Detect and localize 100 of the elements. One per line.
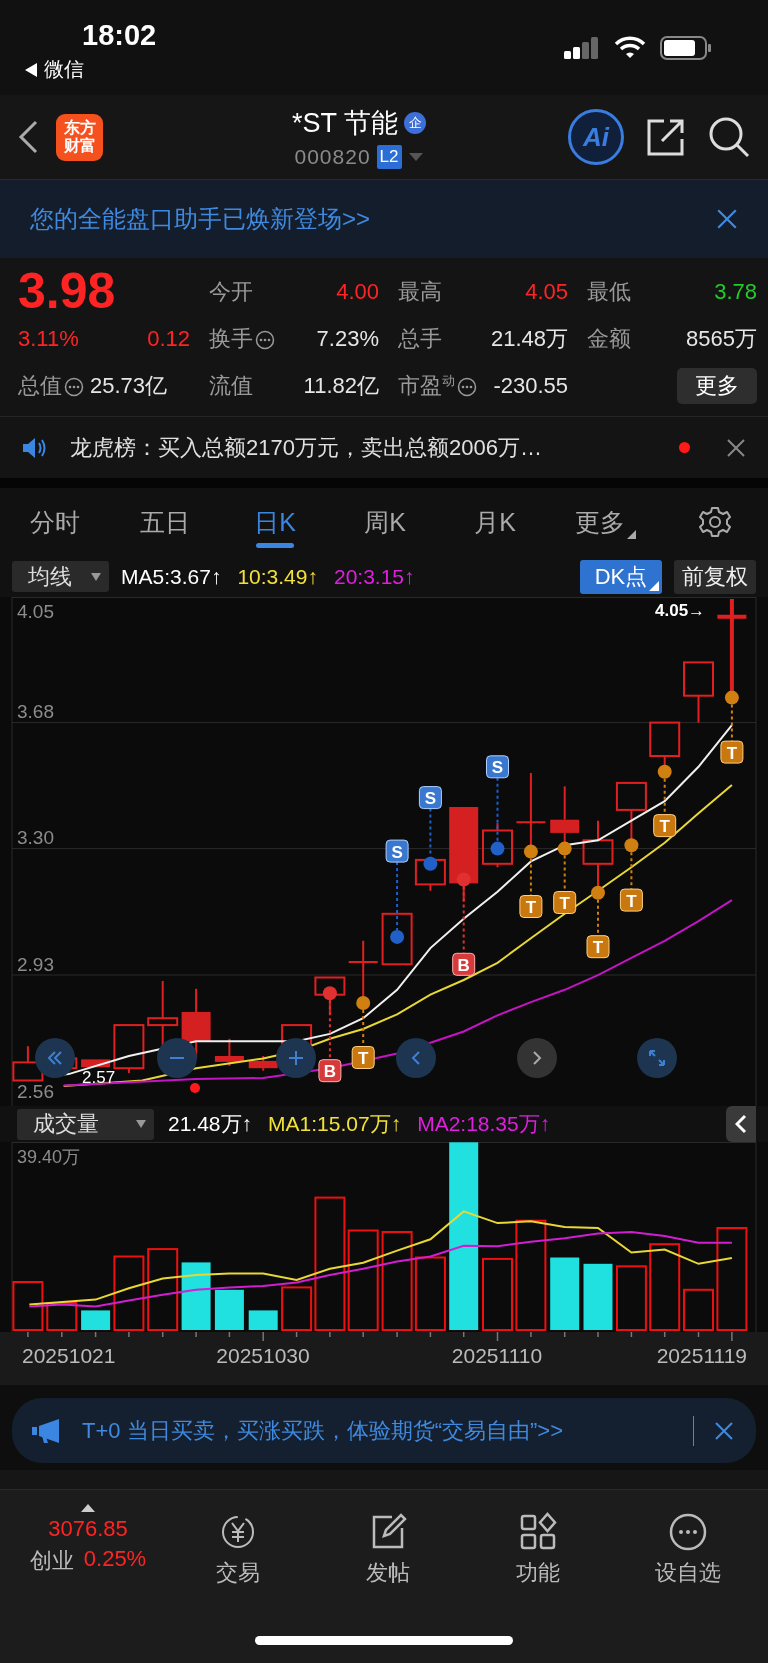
volume-bar [214,1289,244,1330]
search-icon[interactable] [708,116,750,158]
more-dots-icon [668,1512,708,1552]
info-icon[interactable] [457,376,477,397]
stat-label: 最低 [587,277,631,306]
indicator-value: MA2:18.35万↑ [417,1111,551,1137]
date-axis-label: 20251119 [656,1344,747,1367]
volume-bar [248,1310,278,1330]
change-percent: 3.11% [18,325,79,352]
megaphone-icon [31,1417,62,1444]
volume-axis-label: 39.40万 [17,1147,81,1167]
indicator-dropdown[interactable]: 均线 [12,561,109,592]
collapse-button[interactable] [726,1106,756,1142]
volume-bar [583,1263,613,1330]
stat-label: 市盈$^{动}$ [398,371,455,400]
chart-tab[interactable]: 五日 [110,488,220,556]
chart-tab[interactable]: 分时 [0,488,110,556]
volume-bar [615,1265,647,1331]
price-axis-label: 3.30 [17,827,54,848]
clock-time: 18:02 [82,18,157,52]
stat-label: 换手 [209,324,253,353]
back-app-label[interactable]: 微信 [44,56,84,83]
volume-bar [81,1310,111,1330]
price-axis-label: 4.05 [17,601,54,622]
nav-item[interactable]: 交易 [163,1504,313,1588]
stat-value: 4.00 [336,278,379,305]
corner-triangle-icon [626,529,636,539]
back-icon[interactable] [18,120,38,154]
chart-tab[interactable]: 更多 [550,488,660,556]
index-name[interactable]: 创业 [29,1546,74,1576]
info-icon[interactable] [255,329,275,350]
wifi-icon [614,35,646,60]
toggle-button[interactable]: 前复权 [674,559,756,594]
stat-value: 11.82亿 [303,371,379,400]
chart-nav-button[interactable] [396,1038,436,1078]
candlestick [582,819,614,888]
stat-value: 4.05 [525,278,568,305]
price-axis-label: 3.68 [17,701,54,722]
chart-nav-button[interactable] [637,1038,677,1078]
chart-tab[interactable]: 月K [440,488,550,556]
double-chevron-left-icon [48,1051,62,1065]
low-point-dot [190,1083,200,1093]
back-triangle-icon[interactable] [24,61,38,78]
close-icon[interactable] [716,208,738,230]
stat-label: 总手 [398,324,442,353]
chart-tab[interactable]: 周K [330,488,440,556]
chart-nav-button[interactable] [157,1038,197,1078]
ai-button[interactable]: Ai [568,109,624,165]
stat-label: 流值 [209,371,253,400]
stat-label: 最高 [398,277,442,306]
index-change: 0.25% [83,1546,147,1573]
indicator-value: MA5:3.67↑ [121,564,222,589]
company-badge: 企 [404,112,426,134]
info-icon[interactable] [64,376,84,397]
price-axis-label: 2.93 [17,954,54,975]
nav-item[interactable]: 功能 [463,1504,613,1588]
chart-nav-button[interactable] [276,1038,316,1078]
volume-bar [181,1262,211,1330]
indicator-value: 21.48万↑ [168,1111,253,1137]
indicator-dropdown[interactable]: 成交量 [17,1108,154,1140]
signal-icon [564,36,600,59]
stat-value: 8565万 [686,324,757,353]
nav-item[interactable]: 设自选 [613,1504,763,1588]
candlestick [113,1024,145,1075]
candlestick [214,1037,244,1067]
change-amount: 0.12 [147,325,190,352]
indicator-value: 20:3.15↑ [333,564,415,589]
candlestick [414,858,446,892]
chart-nav-button[interactable] [35,1038,75,1078]
up-triangle-icon [81,1504,95,1512]
stock-code: 000820 [294,145,371,169]
volume-bar [46,1302,78,1331]
more-button[interactable]: 更多 [677,367,757,404]
volume-bar [12,1281,44,1331]
indicator-value: 10:3.49↑ [237,564,318,589]
price-axis-label: 2.56 [17,1081,54,1102]
close-icon[interactable] [726,437,746,458]
speaker-icon [22,435,48,460]
expand-icon [649,1050,665,1066]
stat-value: 21.48万 [490,324,568,353]
stat-label: 今开 [209,277,253,306]
date-axis-label: 20251021 [22,1344,116,1367]
candlestick [550,785,580,844]
toggle-button[interactable]: DK点 [580,559,662,594]
settings-icon[interactable] [699,506,731,538]
close-icon[interactable] [714,1420,734,1441]
nav-item[interactable]: 发帖 [313,1504,463,1588]
chart-nav-button[interactable] [517,1038,557,1078]
chart-tab[interactable]: 日K [220,488,330,556]
app-logo[interactable]: 东方 财富 [56,113,103,161]
caret-icon [91,572,101,581]
caret-icon[interactable] [407,152,424,162]
apps-grid-icon [518,1512,558,1552]
stat-value: 7.23% [316,325,379,352]
date-axis-label: 20251030 [216,1344,310,1367]
banner-link[interactable]: 您的全能盘口助手已焕新登场>> [30,203,371,235]
stat-value: -230.55 [493,372,568,399]
share-icon[interactable] [646,117,686,157]
chevron-left-icon [412,1051,420,1065]
stat-value: 3.78 [714,278,757,305]
